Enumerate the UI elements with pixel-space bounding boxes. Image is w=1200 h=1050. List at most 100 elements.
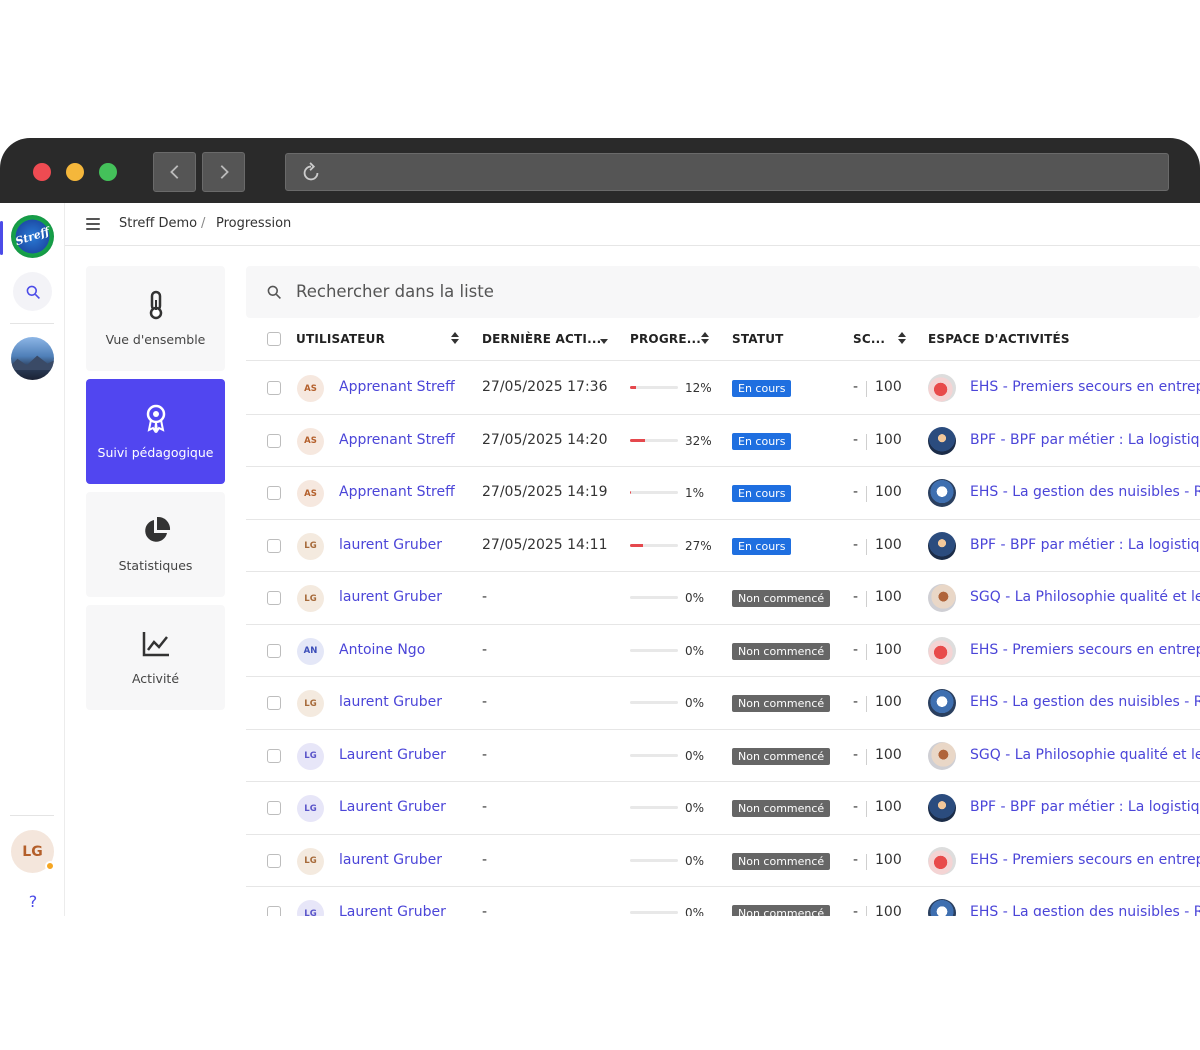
progress-bar [630,386,678,389]
progress-percent: 0% [685,696,705,710]
activity-space-link[interactable]: EHS - La gestion des nuisibles - Risques [970,694,1200,710]
status-badge: En cours [732,432,792,450]
progress-fill [630,386,636,389]
row-checkbox[interactable] [267,486,281,500]
breadcrumb-home[interactable]: Streff Demo [119,216,197,231]
avatar-initials: LG [304,751,317,761]
left-rail: Streff LG ? [0,203,65,916]
score-value: - [853,641,859,658]
table-row[interactable]: AS Apprenant Streff 27/05/2025 17:36 12% En … [246,362,1200,415]
close-window-button[interactable] [33,163,51,181]
table-row[interactable]: AS Apprenant Streff 27/05/2025 14:20 32% En … [246,415,1200,467]
chevron-right-icon [220,165,229,179]
progress-fill [630,543,643,547]
nav-card-overview[interactable]: Vue d'ensemble [86,266,225,371]
activity-space-thumbnail [928,531,956,560]
search-input[interactable]: Rechercher dans la liste [246,266,1200,318]
last-activity-date: 27/05/2025 14:20 [482,431,608,448]
table-row[interactable]: AS Apprenant Streff 27/05/2025 14:19 1% En c… [246,467,1200,520]
table-row[interactable]: LG Laurent Gruber -0% Non commencé -100 BPF -… [246,782,1200,835]
user-avatar[interactable]: LG [11,830,55,873]
user-name-link[interactable]: Laurent Gruber [339,904,446,916]
column-user[interactable]: UTILISATEUR [296,332,385,346]
user-name-link[interactable]: Antoine Ngo [339,642,425,658]
row-checkbox[interactable] [267,906,281,916]
row-checkbox[interactable] [267,801,281,815]
menu-icon[interactable] [86,218,100,230]
column-score[interactable]: SC... [853,332,885,346]
activity-space-link[interactable]: EHS - La gestion des nuisibles - Risques [970,904,1200,916]
row-checkbox[interactable] [267,381,281,395]
column-progress[interactable]: PROGRE... [630,332,701,346]
select-all-checkbox[interactable] [267,332,281,346]
column-last-activity[interactable]: DERNIÈRE ACTI... [482,332,601,346]
activity-space-link[interactable]: EHS - La gestion des nuisibles - Risques [970,484,1200,500]
row-checkbox[interactable] [267,538,281,553]
row-checkbox[interactable] [267,591,281,605]
score-max: 100 [875,694,902,710]
status-badge: Non commencé [732,800,831,817]
progress-bar [630,701,678,704]
activity-space-link[interactable]: BPF - BPF par métier : La logistique [970,799,1200,815]
activity-space-link[interactable]: BPF - BPF par métier : La logistique [970,537,1200,553]
nav-card-statistics[interactable]: Statistiques [86,492,225,597]
table-row[interactable]: LG laurent Gruber -0% Non commencé -100 EHS -… [246,835,1200,887]
table-row[interactable]: LG laurent Gruber -0% Non commencé -100 SGQ -… [246,572,1200,625]
score-divider [866,801,867,817]
avatar-initials: LG [304,908,317,917]
sort-icon[interactable] [898,331,906,345]
progress-percent: 0% [685,643,705,658]
avatar-initials: AS [304,436,317,446]
streff-logo[interactable]: Streff [11,215,54,258]
score-divider [866,853,867,870]
row-checkbox[interactable] [267,643,281,658]
activity-space-link[interactable]: EHS - Premiers secours en entreprise [970,379,1200,395]
table-row[interactable]: LG Laurent Gruber -0% Non commencé -100 SGQ -… [246,730,1200,782]
activity-space-link[interactable]: SGQ - La Philosophie qualité et les [970,747,1200,763]
user-name-link[interactable]: laurent Gruber [339,852,442,868]
rail-search-button[interactable] [13,272,52,311]
row-checkbox[interactable] [267,696,281,710]
table-row[interactable]: LG laurent Gruber -0% Non commencé -100 EHS -… [246,677,1200,730]
back-button[interactable] [153,152,196,192]
user-name-link[interactable]: Apprenant Streff [339,432,455,448]
table-row[interactable]: LG laurent Gruber 27/05/2025 14:11 27% En co… [246,520,1200,572]
avatar-initials: AS [304,383,317,394]
nav-card-activity[interactable]: Activité [86,605,225,710]
score-max: 100 [875,746,902,763]
minimize-window-button[interactable] [66,163,84,181]
forward-button[interactable] [202,152,245,192]
activity-space-link[interactable]: SGQ - La Philosophie qualité et les [970,589,1200,605]
workspace-photo[interactable] [11,337,54,380]
score-divider [866,906,867,916]
activity-space-link[interactable]: EHS - Premiers secours en entreprise [970,642,1200,658]
sort-icon[interactable] [451,331,459,345]
user-name-link[interactable]: laurent Gruber [339,694,442,710]
row-checkbox[interactable] [267,433,281,448]
activity-space-link[interactable]: BPF - BPF par métier : La logistique [970,432,1200,448]
user-name-link[interactable]: Apprenant Streff [339,484,455,500]
avatar-initials: LG [304,698,317,709]
nav-card-tracking[interactable]: Suivi pédagogique [86,379,225,484]
user-name-link[interactable]: Apprenant Streff [339,379,455,395]
avatar-initials: AN [303,646,318,656]
sort-icon[interactable] [701,331,709,345]
table-row[interactable]: LG Laurent Gruber - 0% Non commencé - 100 EHS -… [246,887,1200,916]
activity-space-link[interactable]: EHS - Premiers secours en entreprise [970,852,1200,868]
reload-icon[interactable] [300,162,322,184]
row-checkbox[interactable] [267,853,281,868]
address-bar[interactable] [285,153,1169,191]
table-row[interactable]: AN Antoine Ngo -0% Non commencé -100 EHS - Pr… [246,625,1200,677]
row-checkbox[interactable] [267,748,281,763]
user-name-link[interactable]: laurent Gruber [339,537,442,553]
activity-space-thumbnail [928,426,956,455]
help-button[interactable]: ? [20,888,46,914]
progress-bar [630,438,678,442]
column-activity-space[interactable]: ESPACE D'ACTIVITÉS [928,332,1070,346]
maximize-window-button[interactable] [99,163,117,181]
user-name-link[interactable]: Laurent Gruber [339,799,446,815]
user-name-link[interactable]: laurent Gruber [339,589,442,605]
column-status[interactable]: STATUT [732,332,784,346]
sort-desc-icon[interactable] [600,331,608,345]
user-name-link[interactable]: Laurent Gruber [339,747,446,763]
